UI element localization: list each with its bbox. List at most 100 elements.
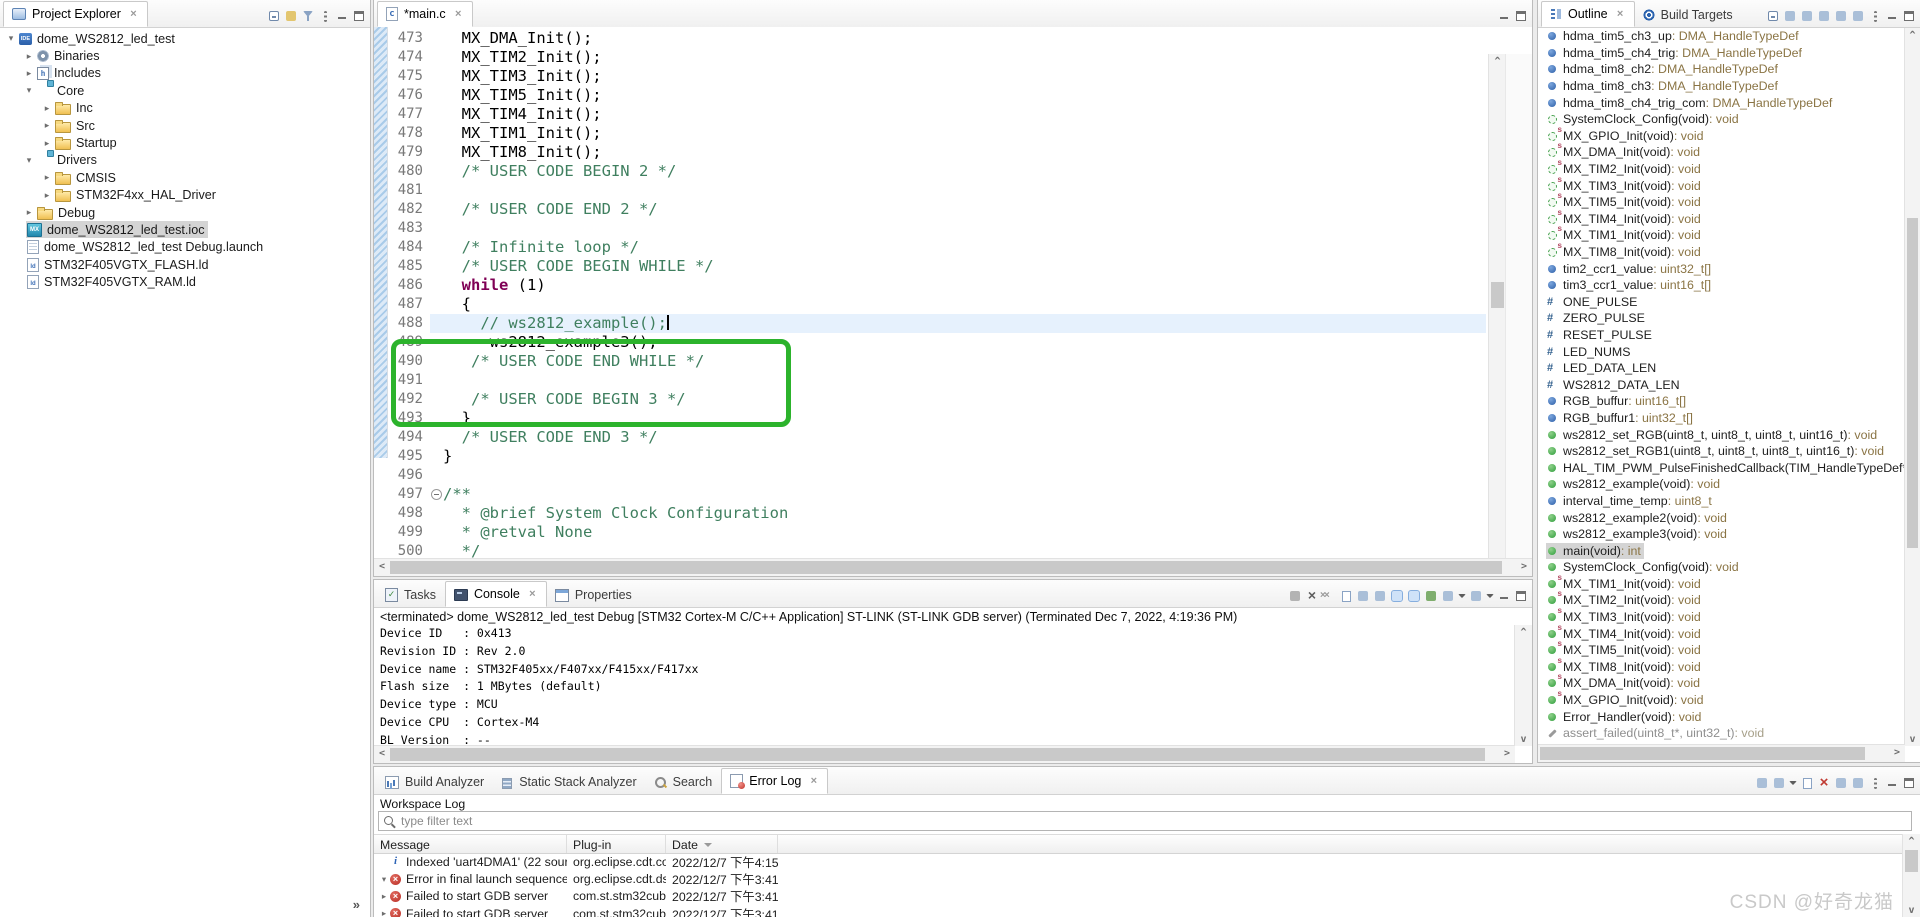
close-icon[interactable]	[453, 9, 464, 20]
expand-arrow-icon[interactable]	[40, 117, 54, 134]
maximize-icon[interactable]	[1514, 9, 1528, 23]
code-line[interactable]: 481	[387, 181, 1486, 200]
tab-outline[interactable]: Outline	[1541, 1, 1635, 27]
collapse-arrow-icon[interactable]	[378, 874, 390, 885]
log-row[interactable]: Indexed 'uart4DMA1' (22 sources, 10org.e…	[374, 853, 1903, 870]
log-row[interactable]: Error in final launch sequence:org.eclip…	[374, 870, 1903, 887]
tab-main-c[interactable]: *main.c	[377, 1, 473, 27]
outline-item[interactable]: RESET_PULSE	[1538, 327, 1905, 344]
code-line[interactable]: 497/**	[387, 485, 1486, 504]
outline-item[interactable]: LED_DATA_LEN	[1538, 360, 1905, 377]
close-icon[interactable]	[1615, 9, 1626, 20]
dropdown-icon[interactable]	[1789, 776, 1797, 790]
outline-horizontal-scrollbar[interactable]	[1538, 744, 1905, 762]
outline-item[interactable]: hdma_tim8_ch3 : DMA_HandleTypeDef	[1538, 78, 1905, 95]
outline-item[interactable]: sMX_GPIO_Init(void) : void	[1538, 128, 1905, 145]
code-line[interactable]: 480 /* USER CODE BEGIN 2 */	[387, 162, 1486, 181]
hide-non-public-icon[interactable]	[1834, 9, 1848, 23]
open-console-icon[interactable]	[1469, 589, 1483, 603]
maximize-icon[interactable]	[1902, 776, 1916, 790]
code-line[interactable]: 492 /* USER CODE BEGIN 3 */	[387, 390, 1486, 409]
display-console-icon[interactable]	[1441, 589, 1455, 603]
outline-item[interactable]: sMX_TIM8_Init(void) : void	[1538, 244, 1905, 261]
scrollbar-thumb[interactable]	[390, 748, 1485, 761]
expand-arrow-icon[interactable]	[22, 204, 36, 221]
outline-item[interactable]: sMX_TIM1_Init(void) : void	[1538, 576, 1905, 593]
outline-item[interactable]: RGB_buffur : uint16_t[]	[1538, 393, 1905, 410]
outline-item[interactable]: SystemClock_Config(void) : void	[1538, 559, 1905, 576]
terminate-icon[interactable]	[1288, 589, 1302, 603]
code-line[interactable]: 487 {	[387, 295, 1486, 314]
outline-item[interactable]: sMX_TIM5_Init(void) : void	[1538, 642, 1905, 659]
outline-item[interactable]: WS2812_DATA_LEN	[1538, 376, 1905, 393]
scroll-right-arrow-icon[interactable]	[1518, 559, 1530, 576]
outline-item[interactable]: sMX_TIM5_Init(void) : void	[1538, 194, 1905, 211]
filter-input[interactable]	[378, 811, 1912, 831]
collapse-all-icon[interactable]	[267, 9, 281, 23]
view-menu-icon[interactable]	[1868, 776, 1882, 790]
scroll-up-arrow-icon[interactable]	[1515, 625, 1532, 639]
minimize-icon[interactable]	[1497, 9, 1511, 23]
tree-item[interactable]: Startup	[0, 134, 370, 151]
outline-item[interactable]: assert_failed(uint8_t*, uint32_t) : void	[1538, 725, 1905, 742]
perspective-overflow-indicator[interactable]	[353, 897, 360, 912]
scrollbar-thumb[interactable]	[1905, 850, 1918, 872]
outline-item[interactable]: LED_NUMS	[1538, 343, 1905, 360]
column-header-plugin[interactable]: Plug-in	[567, 835, 666, 853]
expand-arrow-icon[interactable]	[40, 135, 54, 152]
link-with-editor-icon[interactable]	[284, 9, 298, 23]
code-line[interactable]: 495}	[387, 447, 1486, 466]
scroll-up-arrow-icon[interactable]	[1489, 54, 1506, 68]
expand-arrow-icon[interactable]	[378, 891, 390, 902]
tree-item[interactable]: STM32F405VGTX_RAM.ld	[0, 273, 370, 290]
column-header-date[interactable]: Date	[666, 835, 778, 853]
outline-vertical-scrollbar[interactable]	[1904, 28, 1920, 746]
tree-item[interactable]: Src	[0, 117, 370, 134]
close-icon[interactable]	[808, 776, 819, 787]
console-horizontal-scrollbar[interactable]	[374, 745, 1515, 763]
code-line[interactable]: 494 /* USER CODE END 3 */	[387, 428, 1486, 447]
tab-properties[interactable]: Properties	[547, 583, 641, 607]
outline-item[interactable]: sMX_TIM8_Init(void) : void	[1538, 659, 1905, 676]
code-line[interactable]: 493 }	[387, 409, 1486, 428]
minimize-icon[interactable]	[335, 9, 349, 23]
scrollbar-thumb[interactable]	[390, 561, 1502, 574]
tree-item[interactable]: Core	[0, 82, 370, 99]
expand-arrow-icon[interactable]	[22, 65, 36, 82]
tab-build-targets[interactable]: Build Targets	[1635, 3, 1742, 27]
log-row[interactable]: Failed to start GDB servercom.st.stm32cu…	[374, 905, 1903, 917]
sort-icon[interactable]	[1783, 9, 1797, 23]
tree-item[interactable]: dome_WS2812_led_test.ioc	[0, 221, 370, 238]
code-line[interactable]: 486 while (1)	[387, 276, 1486, 295]
editor-body[interactable]: 473 MX_DMA_Init();474 MX_TIM2_Init();475…	[374, 27, 1532, 560]
tree-item[interactable]: STM32F4xx_HAL_Driver	[0, 187, 370, 204]
outline-item[interactable]: ws2812_example3(void) : void	[1538, 526, 1905, 543]
outline-item[interactable]: HAL_TIM_PWM_PulseFinishedCallback(TIM_Ha…	[1538, 459, 1905, 476]
close-icon[interactable]	[128, 9, 139, 20]
collapse-arrow-icon[interactable]	[22, 152, 36, 169]
outline-item[interactable]: sMX_TIM3_Init(void) : void	[1538, 609, 1905, 626]
expand-arrow-icon[interactable]	[40, 169, 54, 186]
tree-item[interactable]: Binaries	[0, 47, 370, 64]
code-line[interactable]: 483	[387, 219, 1486, 238]
remove-launch-icon[interactable]	[1305, 589, 1319, 603]
scroll-right-arrow-icon[interactable]	[1501, 746, 1513, 763]
outline-item[interactable]: ws2812_example(void) : void	[1538, 476, 1905, 493]
expand-arrow-icon[interactable]	[378, 908, 390, 917]
outline-item[interactable]: tim3_ccr1_value : uint16_t[]	[1538, 277, 1905, 294]
tab-static-stack-analyzer[interactable]: Static Stack Analyzer	[493, 770, 645, 794]
code-line[interactable]: 498 * @brief System Clock Configuration	[387, 504, 1486, 523]
scroll-up-arrow-icon[interactable]	[1905, 28, 1920, 42]
scroll-on-stdout-icon[interactable]	[1390, 589, 1404, 603]
code-line[interactable]: 484 /* Infinite loop */	[387, 238, 1486, 257]
scroll-right-arrow-icon[interactable]	[1891, 745, 1903, 762]
log-row[interactable]: Failed to start GDB servercom.st.stm32cu…	[374, 888, 1903, 905]
outline-item[interactable]: sMX_GPIO_Init(void) : void	[1538, 692, 1905, 709]
tab-tasks[interactable]: Tasks	[377, 583, 445, 607]
outline-item[interactable]: hdma_tim5_ch3_up : DMA_HandleTypeDef	[1538, 28, 1905, 45]
code-line[interactable]: 488 // ws2812_example();	[387, 314, 1486, 333]
view-menu-icon[interactable]	[1868, 9, 1882, 23]
outline-item[interactable]: ONE_PULSE	[1538, 294, 1905, 311]
dropdown-icon[interactable]	[1486, 589, 1494, 603]
code-line[interactable]: 482 /* USER CODE END 2 */	[387, 200, 1486, 219]
